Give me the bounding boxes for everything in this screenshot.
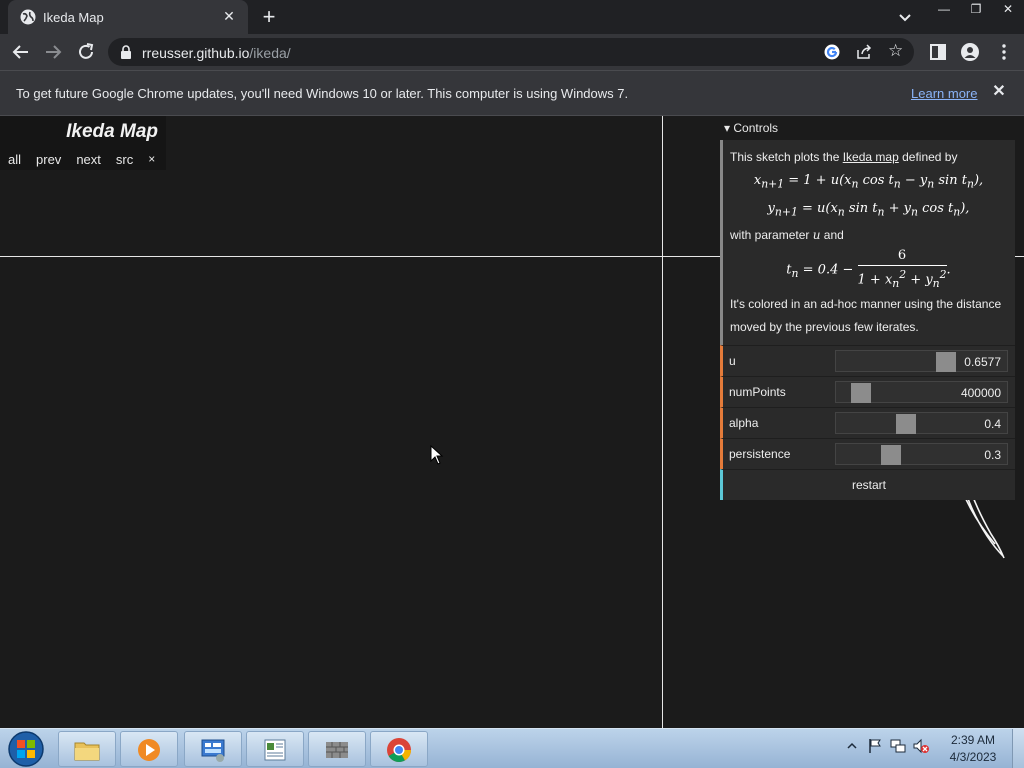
mouse-cursor-icon [430, 445, 444, 465]
alpha-slider[interactable]: 0.4 [835, 412, 1008, 435]
firewall-icon [326, 742, 348, 758]
slider-label: alpha [729, 416, 759, 431]
windows-taskbar: 2:39 AM 4/3/2023 [0, 728, 1024, 768]
screen: Ikeda Map ✕ + — ❐ ✕ rreusser.github.io/i… [0, 0, 1024, 768]
equation-t: tn = 0.4 − 61 + xn2 + yn2. [786, 248, 951, 291]
nav-close-icon[interactable]: × [148, 152, 155, 167]
slider-knob[interactable] [851, 383, 871, 404]
slider-value: 0.4 [984, 417, 1001, 432]
taskbar-firewall[interactable] [308, 731, 366, 767]
taskbar-explorer[interactable] [58, 731, 116, 767]
sketch-canvas[interactable]: Ikeda Map all prev next src × ▾ Controls… [0, 116, 1024, 728]
slider-value: 0.3 [984, 448, 1001, 463]
slider-label: numPoints [729, 385, 786, 400]
vertical-axis-line [662, 116, 663, 728]
clock-time: 2:39 AM [950, 733, 996, 747]
slider-row-alpha: alpha 0.4 [720, 407, 1015, 439]
slider-row-numpoints: numPoints 400000 [720, 376, 1015, 408]
nav-next-link[interactable]: next [76, 152, 101, 167]
minimize-button[interactable]: — [928, 0, 960, 20]
nav-all-link[interactable]: all [8, 152, 21, 167]
desc-param: with parameter u and [730, 228, 844, 243]
slider-value: 400000 [960, 386, 1001, 401]
update-infobar: To get future Google Chrome updates, you… [0, 70, 1024, 116]
browser-toolbar: rreusser.github.io/ikeda/ ☆ [0, 34, 1024, 70]
volume-muted-icon[interactable] [912, 737, 930, 755]
tab-title: Ikeda Map [43, 10, 104, 25]
show-desktop-button[interactable] [1012, 729, 1024, 768]
slider-label: persistence [729, 447, 791, 462]
window-controls: — ❐ ✕ [928, 0, 1024, 20]
taskbar-chrome[interactable] [370, 731, 428, 767]
side-panel-icon[interactable] [929, 43, 947, 61]
slider-label: u [729, 354, 736, 369]
menu-kebab-icon[interactable] [995, 43, 1013, 61]
controls-toggle[interactable]: ▾ Controls [720, 116, 1015, 140]
restart-button[interactable]: restart [720, 469, 1015, 501]
slider-row-u: u 0.6577 [720, 345, 1015, 377]
network-icon[interactable] [889, 737, 907, 755]
controls-panel: ▾ Controls This sketch plots the Ikeda m… [720, 116, 1015, 501]
restart-label: restart [851, 478, 886, 493]
google-lens-icon[interactable] [824, 44, 840, 60]
infobar-message: To get future Google Chrome updates, you… [16, 86, 629, 101]
equation-x: xn+1 = 1 + u(xn cos tn − yn sin tn), [753, 173, 984, 191]
sketch-nav-links: all prev next src × [8, 152, 155, 167]
tab-search-chevron-icon[interactable] [896, 8, 914, 26]
document-icon [264, 739, 286, 761]
tab-strip: Ikeda Map ✕ + — ❐ ✕ [0, 0, 1024, 34]
slider-value: 0.6577 [964, 355, 1001, 370]
action-center-flag-icon[interactable] [866, 737, 884, 755]
slider-knob[interactable] [896, 414, 916, 435]
lock-icon[interactable] [120, 45, 132, 59]
media-player-icon [138, 739, 160, 761]
control-panel-icon [201, 739, 225, 762]
ikeda-map-link[interactable]: Ikeda map [843, 150, 899, 164]
profile-avatar-icon[interactable] [961, 43, 979, 61]
restore-button[interactable]: ❐ [960, 0, 992, 20]
chrome-icon [387, 738, 411, 763]
url-text: rreusser.github.io/ikeda/ [142, 45, 291, 61]
tab-close-icon[interactable]: ✕ [220, 7, 238, 25]
clock-date: 4/3/2023 [949, 750, 997, 764]
back-arrow-icon[interactable] [10, 41, 32, 63]
taskbar-clock[interactable]: 2:39 AM 4/3/2023 [935, 732, 1011, 766]
start-button-icon[interactable] [6, 730, 46, 768]
controls-description: This sketch plots the Ikeda map defined … [720, 140, 1015, 346]
sketch-nav: Ikeda Map all prev next src × [0, 116, 166, 170]
taskbar-notepad[interactable] [246, 731, 304, 767]
persistence-slider[interactable]: 0.3 [835, 443, 1008, 466]
tray-expand-icon[interactable] [843, 737, 861, 755]
address-bar[interactable]: rreusser.github.io/ikeda/ ☆ [108, 38, 914, 66]
desc-intro: This sketch plots the Ikeda map defined … [730, 150, 958, 164]
equation-y: yn+1 = u(xn sin tn + yn cos tn), [767, 200, 970, 219]
bookmark-star-icon[interactable]: ☆ [888, 42, 906, 60]
taskbar-media-player[interactable] [120, 731, 178, 767]
new-tab-button[interactable]: + [258, 6, 280, 28]
learn-more-link[interactable]: Learn more [911, 86, 977, 101]
close-window-button[interactable]: ✕ [992, 0, 1024, 20]
nav-prev-link[interactable]: prev [36, 152, 61, 167]
forward-arrow-icon[interactable] [42, 41, 64, 63]
nav-src-link[interactable]: src [116, 152, 133, 167]
taskbar-control-panel[interactable] [184, 731, 242, 767]
slider-row-persistence: persistence 0.3 [720, 438, 1015, 470]
share-icon[interactable] [856, 44, 872, 60]
u-slider[interactable]: 0.6577 [835, 350, 1008, 373]
reload-icon[interactable] [75, 41, 97, 63]
folder-icon [74, 742, 100, 761]
slider-knob[interactable] [936, 352, 956, 373]
system-tray [843, 737, 935, 761]
globe-icon [20, 9, 36, 25]
slider-knob[interactable] [881, 445, 901, 466]
desc-coloring: It's colored in an ad-hoc manner using t… [730, 297, 1002, 335]
numpoints-slider[interactable]: 400000 [835, 381, 1008, 404]
tab-ikeda-map[interactable]: Ikeda Map ✕ [8, 0, 248, 34]
sketch-title: Ikeda Map [66, 121, 158, 142]
infobar-close-icon[interactable]: ✕ [990, 83, 1008, 101]
